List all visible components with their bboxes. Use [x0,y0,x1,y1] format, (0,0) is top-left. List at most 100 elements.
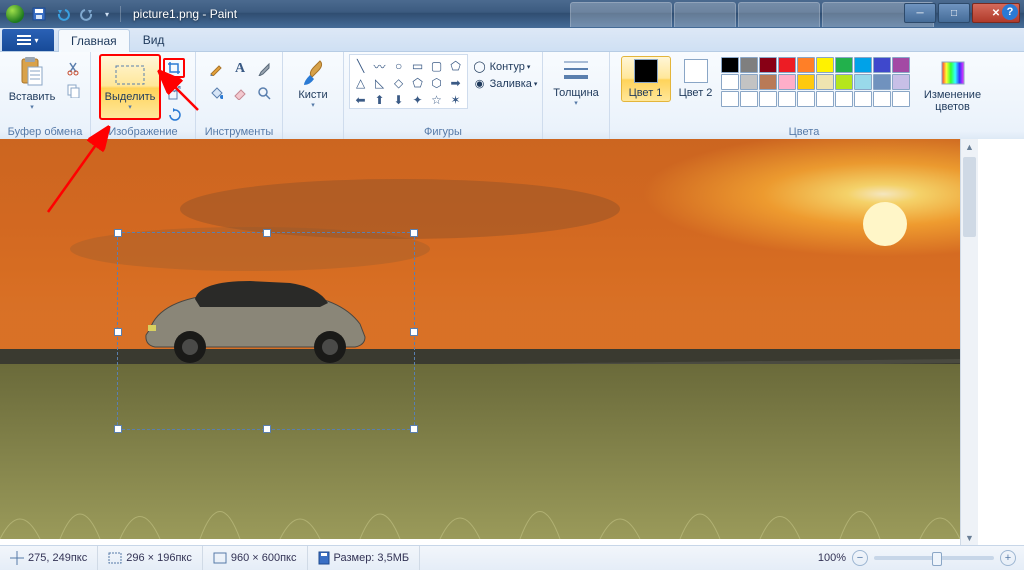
palette-swatch[interactable] [778,57,796,73]
palette-swatch[interactable] [854,91,872,107]
palette-swatch[interactable] [835,74,853,90]
palette-swatch[interactable] [778,74,796,90]
palette-swatch[interactable] [759,91,777,107]
zoom-in-button[interactable]: + [1000,550,1016,566]
zoom-out-button[interactable]: − [852,550,868,566]
chevron-down-icon: ▾ [527,63,531,71]
ribbon-tab-row: ▾ Главная Вид ? [0,28,1024,52]
picker-button[interactable] [252,58,276,80]
color-palette[interactable] [721,57,910,107]
shape-outline-button[interactable]: ◯Контур▾ [472,58,538,75]
help-button[interactable]: ? [1002,4,1018,20]
pencil-button[interactable] [204,58,228,80]
chevron-down-icon: ▾ [534,80,538,88]
size-button[interactable]: Толщина ▾ [548,54,604,110]
maximize-button[interactable]: □ [938,3,970,23]
palette-swatch[interactable] [892,74,910,90]
magnifier-button[interactable] [252,82,276,104]
paint-logo-icon [6,5,24,23]
palette-swatch[interactable] [721,91,739,107]
palette-swatch[interactable] [892,91,910,107]
eraser-icon [233,86,247,100]
eraser-button[interactable] [228,82,252,104]
color2-swatch [684,59,708,83]
vertical-scrollbar[interactable]: ▲ ▼ [960,139,978,546]
tab-view-label: Вид [143,33,165,47]
cursor-position-label: 275, 249пкс [28,552,87,564]
color2-label: Цвет 2 [679,87,713,99]
color1-label: Цвет 1 [629,87,663,99]
qat-customize-icon[interactable]: ▾ [100,4,114,24]
minimize-button[interactable]: ─ [904,3,936,23]
palette-swatch[interactable] [854,57,872,73]
paste-button[interactable]: Вставить ▾ [4,54,61,114]
save-icon[interactable] [28,4,50,24]
palette-swatch[interactable] [740,57,758,73]
tab-home[interactable]: Главная [58,29,130,52]
chevron-down-icon: ▾ [311,101,315,109]
palette-swatch[interactable] [873,74,891,90]
palette-swatch[interactable] [740,74,758,90]
palette-swatch[interactable] [797,91,815,107]
group-shapes-label: Фигуры [344,126,542,138]
shape-polygon-icon: ⬠ [447,58,465,74]
redo-icon[interactable] [76,4,98,24]
scroll-up-icon[interactable]: ▲ [961,139,978,155]
palette-swatch[interactable] [873,57,891,73]
palette-swatch[interactable] [721,57,739,73]
copy-button[interactable] [62,80,86,102]
group-image: Выделить ▾ Изображение [91,52,196,140]
shape-arrowl-icon: ⬅ [352,92,370,108]
resize-button[interactable] [163,82,187,104]
palette-swatch[interactable] [835,57,853,73]
rotate-button[interactable] [163,104,187,126]
palette-swatch[interactable] [740,91,758,107]
color1-swatch [634,59,658,83]
palette-swatch[interactable] [835,91,853,107]
color1-button[interactable]: Цвет 1 [621,56,671,102]
palette-swatch[interactable] [854,74,872,90]
scroll-thumb[interactable] [963,157,976,237]
tab-view[interactable]: Вид [130,28,178,51]
scroll-down-icon[interactable]: ▼ [961,530,978,546]
palette-swatch[interactable] [759,74,777,90]
group-colors: Цвет 1 Цвет 2 Изменение цветов Цвета [610,52,998,140]
selection-size: 296 × 196пкс [98,546,203,570]
chevron-down-icon: ▾ [34,36,38,45]
undo-icon[interactable] [52,4,74,24]
edit-colors-icon [939,59,967,87]
group-tools-label: Инструменты [196,126,282,138]
canvas-size-icon [213,552,227,564]
selection-rectangle[interactable] [117,232,415,430]
crop-icon [167,61,181,75]
shape-arrowu-icon: ⬆ [371,92,389,108]
shape-fill-button[interactable]: ◉Заливка▾ [472,75,538,92]
crop-button[interactable] [163,58,185,78]
palette-swatch[interactable] [778,91,796,107]
palette-swatch[interactable] [797,57,815,73]
edit-colors-button[interactable]: Изменение цветов [918,56,988,116]
palette-swatch[interactable] [721,74,739,90]
palette-swatch[interactable] [816,74,834,90]
select-button[interactable]: Выделить ▾ [99,54,162,120]
shapes-gallery[interactable]: ╲ 〰 ○ ▭ ▢ ⬠ △ ◺ ◇ ⬠ ⬡ ➡ ⬅ ⬆ ⬇ ✦ ☆ [349,54,468,109]
zoom-knob[interactable] [932,552,942,566]
palette-swatch[interactable] [759,57,777,73]
fill-button[interactable] [204,82,228,104]
color2-button[interactable]: Цвет 2 [671,56,721,102]
text-button[interactable]: A [228,58,252,80]
palette-swatch[interactable] [816,57,834,73]
palette-swatch[interactable] [797,74,815,90]
palette-swatch[interactable] [816,91,834,107]
fill-label: Заливка [490,78,532,90]
group-clipboard-label: Буфер обмена [0,126,90,138]
palette-swatch[interactable] [873,91,891,107]
paste-label: Вставить [9,91,56,103]
zoom-slider[interactable] [874,556,994,560]
status-bar: 275, 249пкс 296 × 196пкс 960 × 600пкс Ра… [0,545,1024,570]
canvas[interactable] [0,139,960,539]
palette-swatch[interactable] [892,57,910,73]
brushes-button[interactable]: Кисти ▾ [288,54,338,112]
cut-button[interactable] [62,58,86,80]
file-menu-button[interactable]: ▾ [2,29,54,51]
